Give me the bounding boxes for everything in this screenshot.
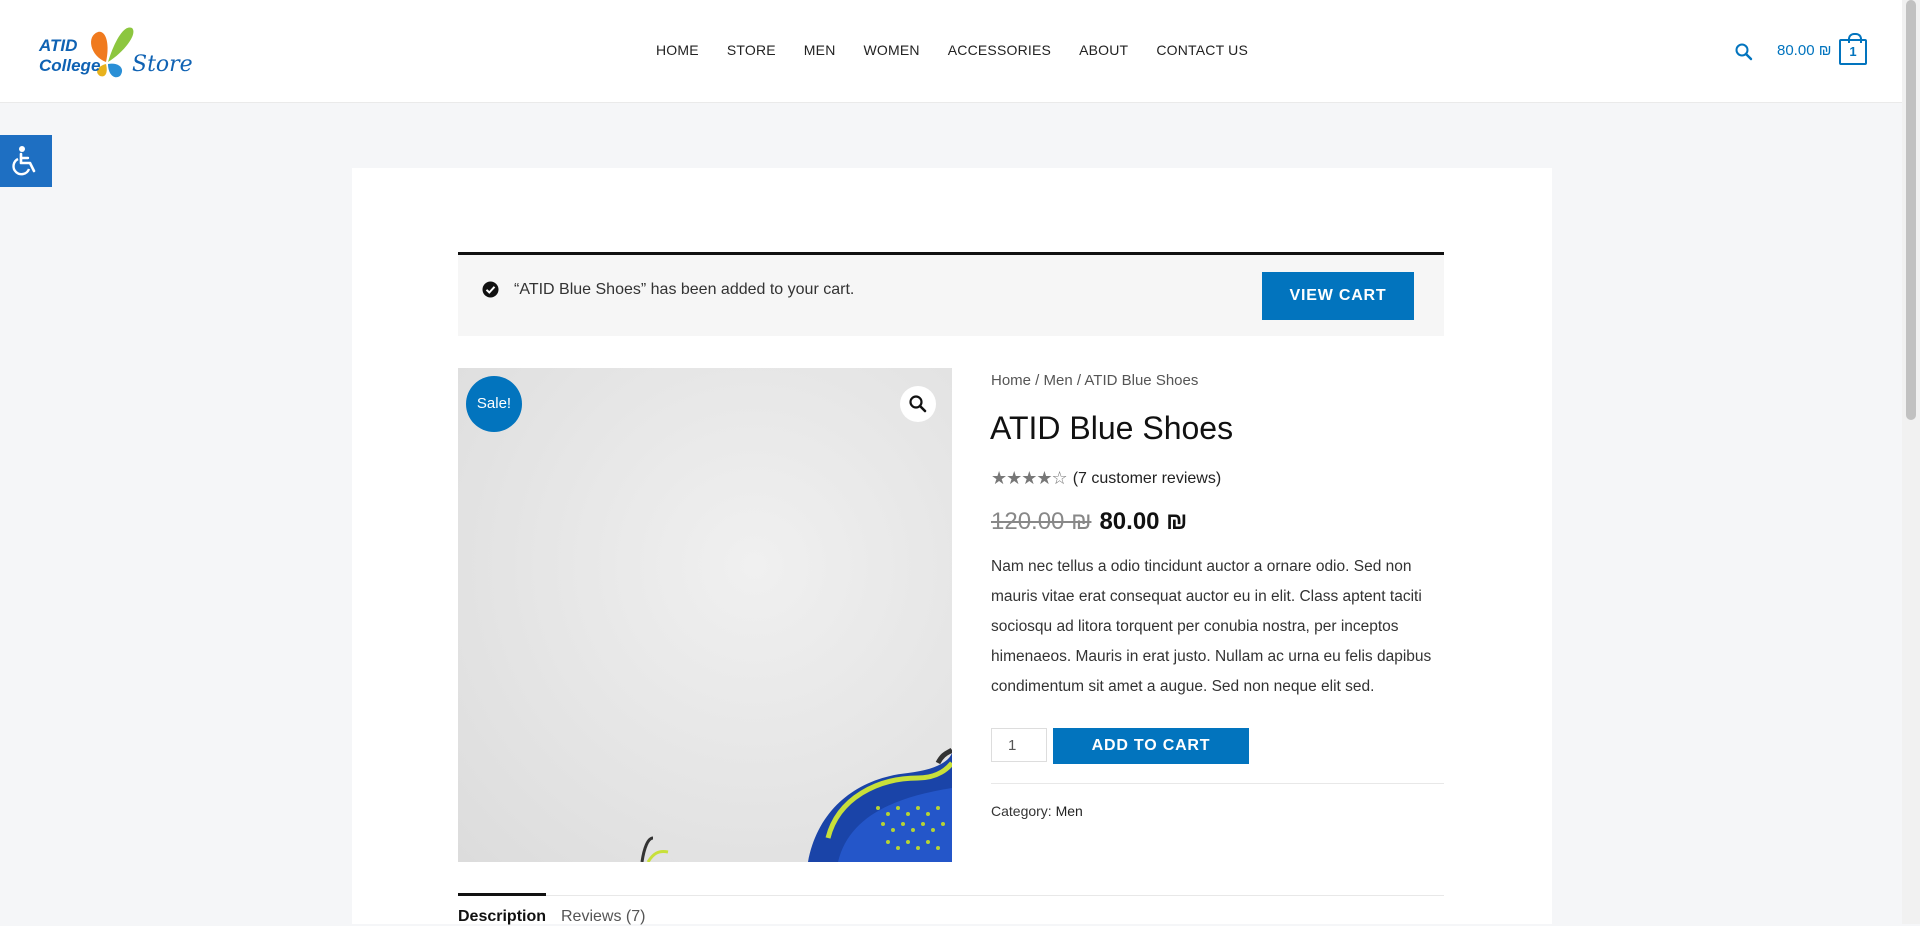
site-logo[interactable]: ATID College Store [36,20,196,84]
cart-count-badge[interactable]: 1 [1839,33,1867,65]
tab-description[interactable]: Description [458,893,547,926]
sale-badge: Sale! [466,376,522,432]
nav-men[interactable]: MEN [804,42,836,62]
product-price: 120.00 ₪ 80.00 ₪ [991,508,1187,536]
star-rating-icon: ★★★★☆ [991,468,1068,488]
magnifier-icon [909,395,927,413]
shoe-photo [640,747,952,862]
tabs-divider [458,895,1444,896]
customer-reviews-link[interactable]: (7 customer reviews) [1073,470,1221,488]
wheelchair-icon [12,146,36,176]
notice-text: “ATID Blue Shoes” has been added to your… [514,281,855,298]
divider [991,783,1444,784]
breadcrumb-separator: / [1031,372,1044,389]
product-rating: ★★★★☆ (7 customer reviews) [991,468,1221,489]
tab-reviews[interactable]: Reviews (7) [561,908,645,926]
category-link[interactable]: Men [1056,803,1083,819]
accessibility-button[interactable] [0,135,52,187]
cart-notice: “ATID Blue Shoes” has been added to your… [458,252,1444,336]
nav-accessories[interactable]: ACCESSORIES [948,42,1051,62]
product-short-description: Nam nec tellus a odio tincidunt auctor a… [991,558,1432,695]
product-image[interactable]: Sale! [458,368,952,862]
breadcrumb-home[interactable]: Home [991,372,1031,389]
quantity-input[interactable] [991,728,1047,762]
old-price: 120.00 ₪ [991,508,1092,535]
check-circle-icon [482,281,499,298]
product-title: ATID Blue Shoes [990,410,1234,446]
breadcrumb-men[interactable]: Men [1044,372,1073,389]
main-nav: HOME STORE MEN WOMEN ACCESSORIES ABOUT C… [656,42,1276,62]
search-icon[interactable] [1734,42,1754,62]
breadcrumb-separator: / [1072,372,1085,389]
scrollbar-thumb[interactable] [1906,0,1916,420]
category-label: Category: [991,803,1052,819]
header-cart-total[interactable]: 80.00 ₪ [1777,42,1831,59]
nav-about[interactable]: ABOUT [1079,42,1128,62]
logo-text-college: College [39,56,101,75]
logo-text-store: Store [132,52,193,77]
sale-price: 80.00 ₪ [1099,508,1188,535]
breadcrumb: Home / Men / ATID Blue Shoes [991,372,1198,389]
breadcrumb-current: ATID Blue Shoes [1084,372,1199,389]
nav-contact-us[interactable]: CONTACT US [1156,42,1248,62]
view-cart-button[interactable]: VIEW CART [1262,272,1414,320]
site-header: ATID College Store HOME STORE MEN WOMEN … [0,0,1902,103]
nav-store[interactable]: STORE [727,42,776,62]
nav-women[interactable]: WOMEN [864,42,920,62]
nav-home[interactable]: HOME [656,42,699,62]
logo-text-atid: ATID [39,36,78,55]
add-to-cart-button[interactable]: ADD TO CART [1053,728,1249,764]
product-category: Category: Men [991,803,1083,819]
zoom-button[interactable] [900,386,936,422]
